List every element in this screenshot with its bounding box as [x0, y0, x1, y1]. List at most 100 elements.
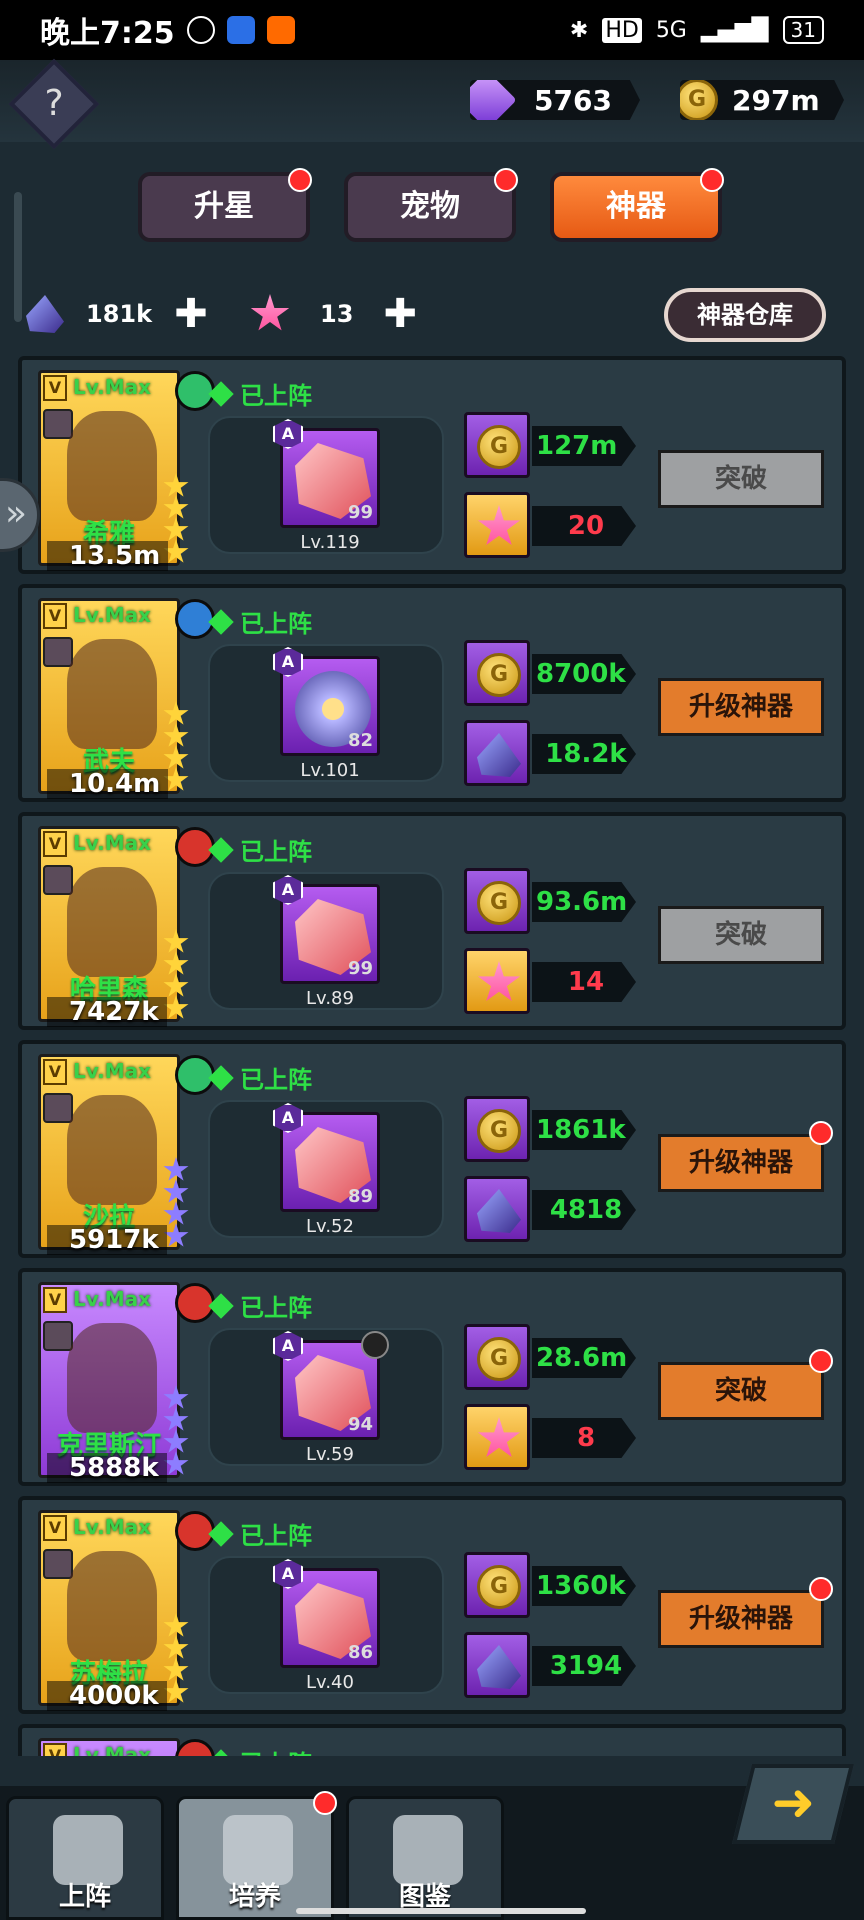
artifact-slot[interactable]: A 89: [273, 1103, 380, 1212]
artifact-action-button[interactable]: 突破: [658, 906, 824, 964]
artifact-count: 86: [347, 1642, 373, 1663]
notification-dot: [809, 1577, 833, 1601]
deploy-status-label: 已上阵: [240, 382, 312, 410]
next-arrow-button[interactable]: ➜: [732, 1764, 854, 1844]
artifact-level: Lv.40: [306, 1672, 354, 1693]
hero-level: Lv.Max: [73, 831, 152, 855]
hero-avatar: [67, 1551, 157, 1661]
action-label: 升级神器: [688, 1148, 793, 1178]
action-label: 升级神器: [688, 1604, 793, 1634]
artifact-slot[interactable]: A 99: [273, 875, 380, 984]
scroll-indicator[interactable]: [14, 192, 22, 322]
knight-helmet-icon: [53, 1815, 123, 1885]
fire-element-icon: [175, 1511, 215, 1551]
nav-deploy[interactable]: 上阵: [6, 1796, 164, 1920]
hero-row[interactable]: V Lv.Max 希雅 13.5m 已上阵 A 99 Lv.119 G 127m…: [18, 356, 846, 574]
artifact-slot[interactable]: A 82: [273, 647, 380, 756]
class-icon: [43, 1549, 73, 1579]
artifact-slot[interactable]: A 99: [273, 419, 380, 528]
gold-amount: 297m: [732, 83, 820, 117]
artifact-warehouse-button[interactable]: 神器仓库: [664, 288, 826, 342]
hero-portrait[interactable]: V Lv.Max 武夫 10.4m: [38, 598, 215, 799]
tab-label: 宠物: [400, 189, 460, 224]
deploy-status-label: 已上阵: [240, 838, 312, 866]
lock-icon: [361, 1331, 389, 1359]
hero-row[interactable]: V Lv.Max 哈里森 7427k 已上阵 A 99 Lv.89 G 93.6…: [18, 812, 846, 1030]
hero-level: Lv.Max: [73, 1059, 152, 1083]
artifact-action-button[interactable]: 升级神器: [658, 1121, 833, 1192]
tab-pet[interactable]: 宠物: [344, 168, 518, 242]
class-icon: [43, 1321, 73, 1351]
material-cost: 8: [532, 1418, 636, 1458]
gold-coin-icon: G: [477, 653, 521, 697]
hero-row[interactable]: V Lv.Max 已上阵 A G: [18, 1724, 846, 1756]
chevron-right-icon: »: [4, 493, 27, 534]
green-diamond-icon: [208, 1520, 234, 1547]
hero-row[interactable]: V Lv.Max 武夫 10.4m 已上阵 A 82 Lv.101 G 8700…: [18, 584, 846, 802]
notification-dot: [700, 168, 724, 192]
add-star-button[interactable]: ✚: [383, 291, 417, 337]
hero-list[interactable]: V Lv.Max 希雅 13.5m 已上阵 A 99 Lv.119 G 127m…: [18, 356, 848, 1756]
notification-dot: [494, 168, 518, 192]
material-cost-icon-box: [464, 492, 530, 558]
artifact-level: Lv.59: [306, 1444, 354, 1465]
gem-amount: 5763: [534, 83, 612, 117]
gold-cost-icon-box: G: [464, 640, 530, 706]
shard-icon: [477, 1189, 521, 1233]
pink-star-icon: [477, 505, 521, 546]
nav-codex[interactable]: 图鉴: [346, 1796, 504, 1920]
gold-counter[interactable]: G 297m: [680, 80, 844, 120]
material-cost-icon-box: [464, 1176, 530, 1242]
hero-power: 10.4m: [47, 769, 169, 799]
hero-row[interactable]: V Lv.Max 克里斯汀 5888k 已上阵 A 94 Lv.59 G 28.…: [18, 1268, 846, 1486]
gold-cost: 1861k: [532, 1110, 636, 1150]
artifact-action-button[interactable]: 升级神器: [658, 678, 824, 736]
hero-level: Lv.Max: [73, 375, 152, 399]
tab-artifact[interactable]: 神器: [550, 168, 724, 242]
artifact-slot[interactable]: A 86: [273, 1559, 380, 1668]
pink-star-icon: [250, 294, 290, 331]
action-label: 升级神器: [688, 692, 793, 722]
gold-cost-icon-box: G: [464, 412, 530, 478]
hero-portrait[interactable]: V Lv.Max 希雅 13.5m: [38, 370, 215, 571]
deploy-status: 已上阵: [208, 1288, 312, 1323]
artifact-level: Lv.101: [300, 760, 360, 781]
vip-badge-icon: V: [43, 603, 67, 629]
gem-counter[interactable]: 5763: [470, 80, 640, 120]
mi-app-icon: [266, 16, 295, 44]
hero-portrait[interactable]: V Lv.Max 沙拉 5917k: [38, 1054, 215, 1255]
hero-level: Lv.Max: [73, 603, 152, 627]
hero-portrait[interactable]: V Lv.Max 哈里森 7427k: [38, 826, 215, 1027]
hero-portrait[interactable]: V Lv.Max: [38, 1738, 215, 1756]
hero-row[interactable]: V Lv.Max 沙拉 5917k 已上阵 A 89 Lv.52 G 1861k…: [18, 1040, 846, 1258]
star-resource: 13 ✚: [250, 291, 417, 337]
notification-dot: [809, 1121, 833, 1145]
artifact-count: 99: [347, 502, 373, 523]
material-cost: 3194: [532, 1646, 636, 1686]
hero-level: Lv.Max: [73, 1743, 152, 1756]
hero-row[interactable]: V Lv.Max 苏梅拉 4000k 已上阵 A 86 Lv.40 G 1360…: [18, 1496, 846, 1714]
deploy-status-label: 已上阵: [240, 1522, 312, 1550]
gold-cost-icon-box: G: [464, 1552, 530, 1618]
artifact-action-button[interactable]: 升级神器: [658, 1577, 833, 1648]
nav-train[interactable]: 培养: [176, 1791, 337, 1920]
status-time: 晚上7:25: [40, 16, 175, 51]
tab-star-up[interactable]: 升星: [138, 168, 312, 242]
artifact-count: 94: [347, 1414, 373, 1435]
artifact-count: 82: [347, 730, 373, 751]
vip-badge-icon: V: [43, 375, 67, 401]
artifact-level: Lv.52: [306, 1216, 354, 1237]
artifact-slot[interactable]: A 94: [273, 1331, 389, 1440]
hero-portrait[interactable]: V Lv.Max 苏梅拉 4000k: [38, 1510, 215, 1711]
artifact-action-button[interactable]: 突破: [658, 450, 824, 508]
artifact-level: Lv.119: [300, 532, 360, 553]
hero-portrait[interactable]: V Lv.Max 克里斯汀 5888k: [38, 1282, 215, 1483]
shard-icon: [477, 733, 521, 777]
nav-label: 上阵: [58, 1882, 111, 1912]
add-shard-button[interactable]: ✚: [174, 291, 208, 337]
gold-coin-icon: G: [477, 881, 521, 925]
gold-cost: 8700k: [532, 654, 636, 694]
gold-cost-icon-box: G: [464, 1324, 530, 1390]
artifact-action-button[interactable]: 突破: [658, 1349, 833, 1420]
battery-indicator: 31: [782, 16, 824, 44]
